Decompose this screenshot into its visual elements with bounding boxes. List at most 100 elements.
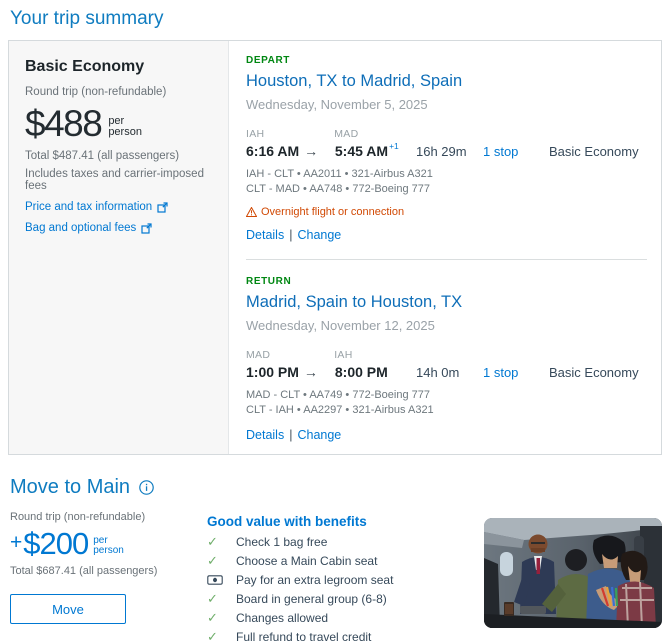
trip-type-label: Round trip (non-refundable) <box>25 86 167 98</box>
arrow-right-icon: → <box>304 143 319 159</box>
external-link-icon <box>157 201 168 213</box>
info-icon[interactable] <box>139 480 154 495</box>
check-icon: ✓ <box>207 553 218 568</box>
slice-divider <box>246 259 647 260</box>
check-icon: ✓ <box>207 534 218 549</box>
upsell-price: + $200 per person <box>10 528 207 560</box>
segment-line: MAD - CLT • AA749 • 772-Boeing 777 <box>246 389 431 401</box>
benefit-label: Choose a Main Cabin seat <box>236 554 378 568</box>
move-to-main-section: Move to Main Round trip (non-refundable)… <box>8 476 662 643</box>
move-button[interactable]: Move <box>10 594 126 624</box>
person-label: person <box>93 545 124 556</box>
arrive-time-value: 5:45 AM <box>334 143 389 159</box>
flight-times-row: 1:00 PM → 8:00 PM 14h 0m 1 stop Basic Eco… <box>246 364 647 380</box>
cabin-photo <box>484 518 662 628</box>
person-label: person <box>108 126 142 138</box>
slice-date: Wednesday, November 5, 2025 <box>246 97 428 112</box>
benefits-title: Good value with benefits <box>207 514 367 529</box>
slice-date: Wednesday, November 12, 2025 <box>246 318 435 333</box>
details-link[interactable]: Details <box>246 228 284 242</box>
route-heading: Houston, TX to Madrid, Spain <box>246 72 463 90</box>
benefit-label: Changes allowed <box>236 611 329 625</box>
fare-price: $488 per person <box>25 105 212 143</box>
route-heading: Madrid, Spain to Houston, TX <box>246 293 463 311</box>
upsell-price-amount: $200 <box>23 526 89 561</box>
bag-fees-link[interactable]: Bag and optional fees <box>25 222 212 234</box>
change-link[interactable]: Change <box>297 228 341 242</box>
destination-code: MAD <box>334 128 359 140</box>
fare-total-label: Total $487.41 (all passengers) <box>25 150 180 162</box>
trip-summary-card: Basic Economy Round trip (non-refundable… <box>8 40 662 455</box>
per-person-label: per person <box>108 116 142 138</box>
benefits-column: Good value with benefits ✓ Check 1 bag f… <box>207 511 484 643</box>
arrow-right-icon: → <box>303 364 318 380</box>
link-separator: | <box>289 228 293 242</box>
overnight-warning: Overnight flight or connection <box>246 206 647 218</box>
segment-line: IAH - CLT • AA2011 • 321-Airbus A321 <box>246 168 433 180</box>
stops-link[interactable]: 1 stop <box>483 144 518 159</box>
details-link[interactable]: Details <box>246 428 284 442</box>
arrive-time: 8:00 PM <box>335 364 388 380</box>
depart-time: 6:16 AM → <box>246 143 331 159</box>
stops-cell: 1 stop <box>483 144 549 159</box>
segment-lines: IAH - CLT • AA2011 • 321-Airbus A321 CLT… <box>246 167 647 197</box>
times-block: 1:00 PM → 8:00 PM <box>246 364 416 380</box>
fare-panel: Basic Economy Round trip (non-refundable… <box>9 41 229 454</box>
flight-slices: DEPART Houston, TX to Madrid, Spain Wedn… <box>229 41 661 454</box>
origin-code: MAD <box>246 349 271 361</box>
benefit-item: Pay for an extra legroom seat <box>207 574 484 586</box>
flight-times-row: 6:16 AM → 5:45 AM+1 16h 29m 1 stop Basic … <box>246 141 647 159</box>
stops-cell: 1 stop <box>483 365 549 380</box>
depart-time-value: 6:16 AM <box>246 143 300 159</box>
fare-name: Basic Economy <box>25 58 145 75</box>
upsell-title-row: Move to Main <box>10 476 662 499</box>
airport-codes-row: IAH MAD <box>246 128 647 140</box>
return-slice: RETURN Madrid, Spain to Houston, TX Wedn… <box>246 276 647 442</box>
link-separator: | <box>289 428 293 442</box>
benefit-label: Pay for an extra legroom seat <box>236 573 394 587</box>
per-person-label: per person <box>93 536 124 556</box>
duration-label: 16h 29m <box>416 144 467 159</box>
arrive-time: 5:45 AM+1 <box>334 141 399 159</box>
benefit-item: ✓ Board in general group (6-8) <box>207 591 484 606</box>
upsell-title: Move to Main <box>10 476 131 498</box>
benefit-label: Board in general group (6-8) <box>236 592 387 606</box>
benefit-item: ✓ Check 1 bag free <box>207 534 484 549</box>
destination-code: IAH <box>334 349 353 361</box>
bag-fees-link-label: Bag and optional fees <box>25 222 137 234</box>
cabin-label: Basic Economy <box>549 144 639 159</box>
upsell-pricing-column: Round trip (non-refundable) + $200 per p… <box>10 511 207 643</box>
benefit-item: ✓ Changes allowed <box>207 610 484 625</box>
next-day-superscript: +1 <box>389 141 399 151</box>
check-icon: ✓ <box>207 591 218 606</box>
duration-label: 14h 0m <box>416 365 460 380</box>
external-link-icon <box>141 222 152 234</box>
price-tax-link-label: Price and tax information <box>25 201 153 213</box>
check-icon: ✓ <box>207 610 218 625</box>
segment-lines: MAD - CLT • AA749 • 772-Boeing 777 CLT -… <box>246 388 647 418</box>
direction-label: DEPART <box>246 55 290 66</box>
slice-links: Details | Change <box>246 428 647 442</box>
benefit-label: Full refund to travel credit <box>236 630 372 644</box>
depart-time: 1:00 PM → <box>246 364 331 380</box>
price-amount: $488 <box>25 103 103 144</box>
depart-time-value: 1:00 PM <box>246 364 299 380</box>
money-icon <box>207 575 223 585</box>
segment-line: CLT - IAH • AA2297 • 321-Airbus A321 <box>246 404 434 416</box>
warning-icon <box>246 207 257 217</box>
benefit-label: Check 1 bag free <box>236 535 328 549</box>
benefit-item: ✓ Choose a Main Cabin seat <box>207 553 484 568</box>
direction-label: RETURN <box>246 276 292 287</box>
page-title: Your trip summary <box>10 8 164 29</box>
cabin-label: Basic Economy <box>549 365 639 380</box>
overnight-warning-text: Overnight flight or connection <box>261 206 405 218</box>
plus-sign: + <box>10 531 23 554</box>
price-tax-link[interactable]: Price and tax information <box>25 201 212 213</box>
stops-link[interactable]: 1 stop <box>483 365 518 380</box>
trip-summary-page: Your trip summary Basic Economy Round tr… <box>0 0 670 643</box>
benefit-item: ✓ Full refund to travel credit <box>207 630 484 644</box>
fare-includes-label: Includes taxes and carrier-imposed fees <box>25 168 204 192</box>
upsell-total-label: Total $687.41 (all passengers) <box>10 565 158 577</box>
change-link[interactable]: Change <box>297 428 341 442</box>
airport-codes-row: MAD IAH <box>246 349 647 361</box>
